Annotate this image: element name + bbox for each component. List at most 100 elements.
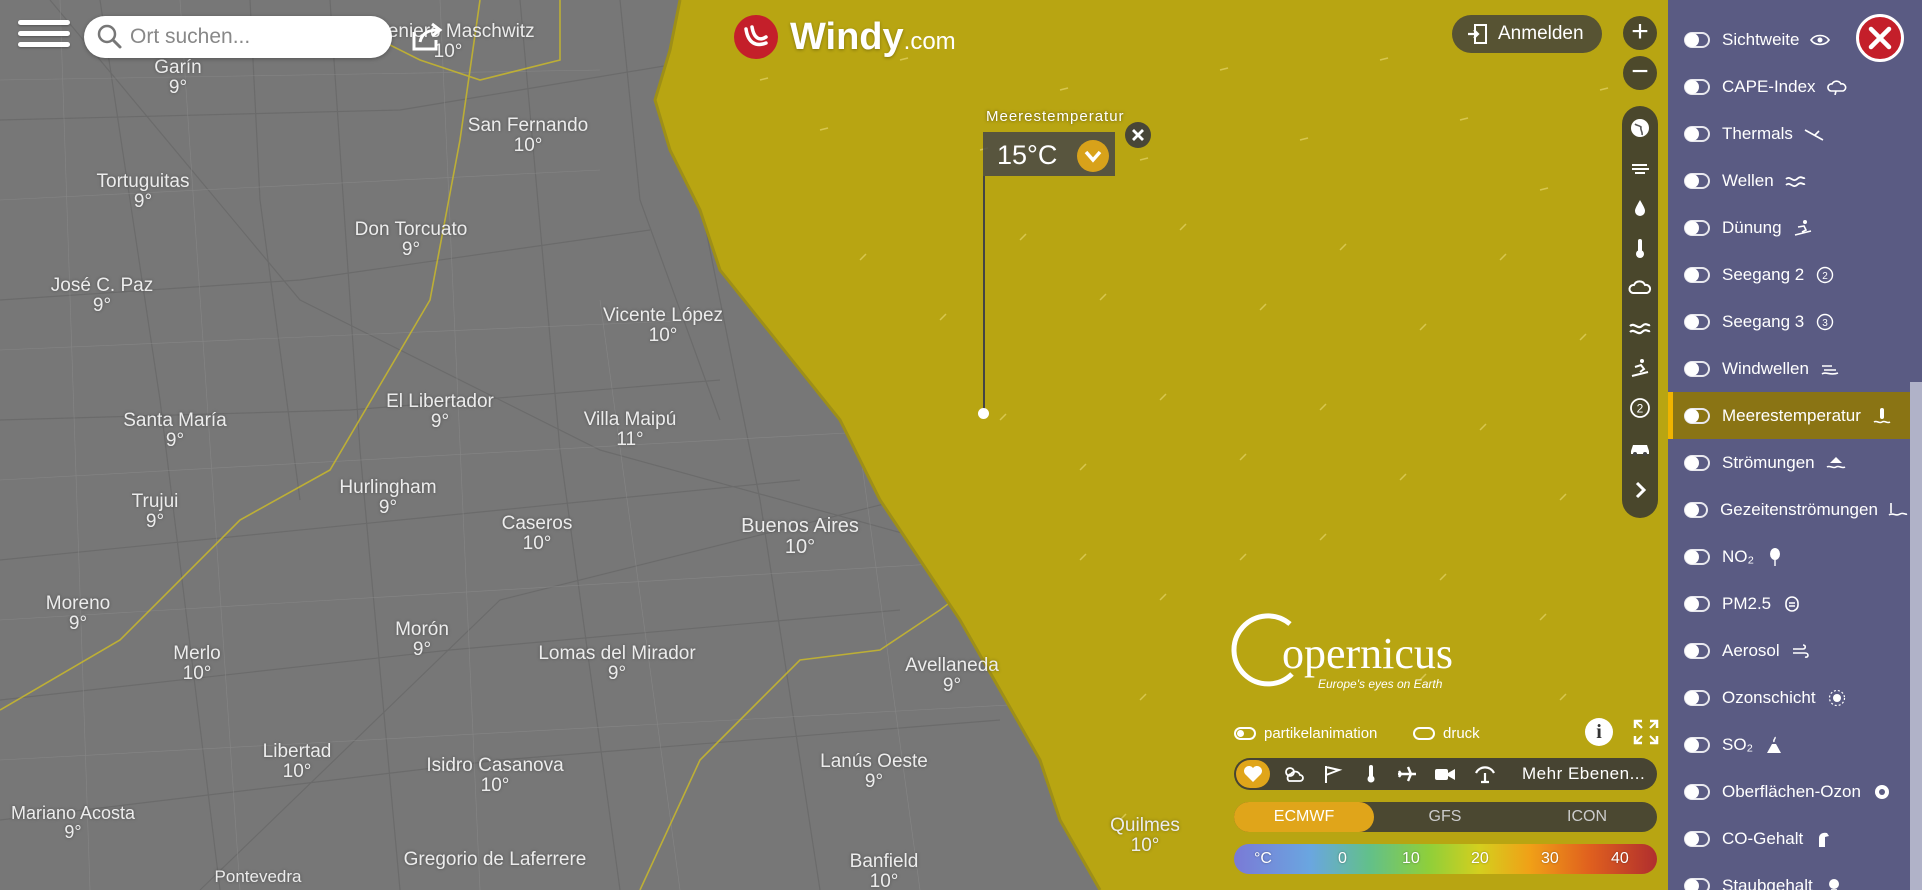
layer-windwellen[interactable]: Windwellen	[1668, 345, 1908, 392]
car-icon[interactable]	[1622, 430, 1658, 466]
info-icon[interactable]: i	[1585, 718, 1613, 746]
city-label: Tortuguitas 9°	[96, 171, 190, 212]
city-label: Libertad 10°	[262, 741, 332, 782]
airplane-icon[interactable]	[1392, 760, 1422, 788]
city-label: Trujui 9°	[131, 491, 179, 532]
surfer-icon[interactable]	[1622, 350, 1658, 386]
zoom-in-button[interactable]: +	[1623, 16, 1657, 50]
layer-co-gehalt[interactable]: CO-Gehalt	[1668, 815, 1908, 862]
model-icon[interactable]: ICON	[1517, 802, 1657, 832]
city-label: Mariano Acosta 9°	[10, 803, 136, 842]
legend-tick: 10	[1402, 850, 1420, 867]
fullscreen-icon[interactable]	[1632, 718, 1660, 746]
windy-logo[interactable]: Windy .com	[732, 12, 956, 62]
flag-icon[interactable]	[1318, 760, 1348, 788]
login-button[interactable]: Anmelden	[1452, 15, 1602, 53]
circle-3-icon: 3	[1814, 311, 1836, 333]
svg-text:3: 3	[1822, 318, 1828, 329]
globe-icon[interactable]	[1622, 110, 1658, 146]
city-label: Pontevedra	[214, 867, 302, 886]
city-label: Banfield 10°	[849, 851, 919, 890]
layer-wellen[interactable]: Wellen	[1668, 157, 1908, 204]
close-icon[interactable]	[1125, 122, 1151, 148]
tide-icon	[1888, 499, 1908, 521]
layer-duenung[interactable]: Dünung	[1668, 204, 1908, 251]
particle-animation-toggle[interactable]: partikelanimation	[1234, 722, 1377, 744]
cloud-icon	[1826, 76, 1848, 98]
color-legend[interactable]: °C 0 10 20 30 40	[1234, 844, 1657, 874]
layer-aerosol[interactable]: Aerosol	[1668, 627, 1908, 674]
picker-line	[983, 176, 985, 411]
thermometer-icon[interactable]	[1622, 230, 1658, 266]
search-box[interactable]	[84, 16, 392, 58]
layer-meerestemperatur[interactable]: Meerestemperatur	[1668, 392, 1910, 439]
city-label: Garín 9°	[154, 57, 202, 98]
layer-ozonschicht[interactable]: Ozonschicht	[1668, 674, 1908, 721]
surface-ozone-icon	[1871, 781, 1893, 803]
login-label: Anmelden	[1498, 23, 1584, 44]
zoom-out-button[interactable]: −	[1623, 56, 1657, 90]
city-label: Lanús Oeste 9°	[820, 751, 928, 792]
picker-box[interactable]: 15°C	[983, 132, 1115, 176]
city-label: Vicente López 10°	[602, 305, 724, 346]
chevron-down-icon[interactable]	[1077, 140, 1109, 172]
layer-gezeitenstroemungen[interactable]: Gezeitenströmungen	[1668, 486, 1908, 533]
city-label: Buenos Aires 10°	[741, 515, 859, 558]
picker-title: Meerestemperatur	[986, 108, 1125, 125]
favorites-heart-icon[interactable]	[1236, 760, 1270, 788]
search-input[interactable]	[128, 20, 382, 54]
waves-icon[interactable]	[1622, 310, 1658, 346]
city-label: Don Torcuato 9°	[354, 219, 468, 260]
city-label: Santa María 9°	[123, 410, 227, 451]
sea-temp-icon	[1871, 405, 1893, 427]
wind-icon[interactable]	[1622, 150, 1658, 186]
thermometer-icon[interactable]	[1356, 760, 1386, 788]
legend-tick: 20	[1471, 850, 1489, 867]
layer-thermals[interactable]: Thermals	[1668, 110, 1908, 157]
logo-text: Windy	[790, 15, 904, 58]
layer-stroemungen[interactable]: Strömungen	[1668, 439, 1908, 486]
glider-icon	[1803, 123, 1825, 145]
layer-side-panel: Sichtweite CAPE-Index Thermals Wellen Dü…	[1668, 0, 1922, 890]
city-label: San Fernando 10°	[467, 115, 589, 156]
pressure-toggle[interactable]: druck	[1413, 722, 1480, 744]
layer-staubgehalt[interactable]: Staubgehalt	[1668, 862, 1908, 890]
swell-2-icon[interactable]: 2	[1622, 390, 1658, 426]
share-icon[interactable]	[410, 22, 444, 52]
model-gfs[interactable]: GFS	[1375, 802, 1515, 832]
layer-cape-index[interactable]: CAPE-Index	[1668, 63, 1908, 110]
waves-icon	[1784, 170, 1806, 192]
city-label: Avellaneda 9°	[905, 655, 999, 696]
city-label: Caseros 10°	[501, 513, 573, 554]
radar-icon[interactable]	[1470, 760, 1500, 788]
hamburger-menu-icon[interactable]	[18, 16, 70, 56]
layer-so2[interactable]: SO₂	[1668, 721, 1908, 768]
webcam-icon[interactable]	[1430, 760, 1460, 788]
model-ecmwf[interactable]: ECMWF	[1234, 802, 1374, 832]
map-view[interactable]: Garín 9° Ingeniero Maschwitz 10° San Ferna…	[0, 0, 1668, 890]
rain-drop-icon[interactable]	[1622, 190, 1658, 226]
layer-seegang-2[interactable]: Seegang 22	[1668, 251, 1908, 298]
login-icon	[1468, 24, 1487, 44]
particle-icon	[1781, 593, 1803, 615]
picker-location-dot[interactable]	[978, 408, 989, 419]
circle-2-icon: 2	[1814, 264, 1836, 286]
clouds-icon[interactable]	[1622, 270, 1658, 306]
layer-oberflaechen-ozon[interactable]: Oberflächen-Ozon	[1668, 768, 1908, 815]
layer-no2[interactable]: NO₂	[1668, 533, 1908, 580]
city-label: Moreno 9°	[45, 593, 111, 634]
weather-icon[interactable]	[1278, 760, 1308, 788]
chevron-right-icon[interactable]	[1622, 472, 1658, 508]
layer-pm25[interactable]: PM2.5	[1668, 580, 1908, 627]
close-panel-button[interactable]	[1856, 14, 1904, 62]
layer-seegang-3[interactable]: Seegang 33	[1668, 298, 1908, 345]
panel-scrollbar[interactable]	[1910, 382, 1922, 890]
city-label: Gregorio de Laferrere	[403, 849, 587, 870]
dust-icon	[1823, 875, 1845, 890]
more-layers-button[interactable]: Mehr Ebenen...	[1522, 764, 1645, 784]
city-label: Merlo 10°	[173, 643, 221, 684]
legend-tick: 0	[1338, 850, 1347, 867]
ozone-icon	[1826, 687, 1848, 709]
eye-icon	[1809, 29, 1831, 51]
city-label: Villa Maipú 11°	[583, 409, 677, 450]
